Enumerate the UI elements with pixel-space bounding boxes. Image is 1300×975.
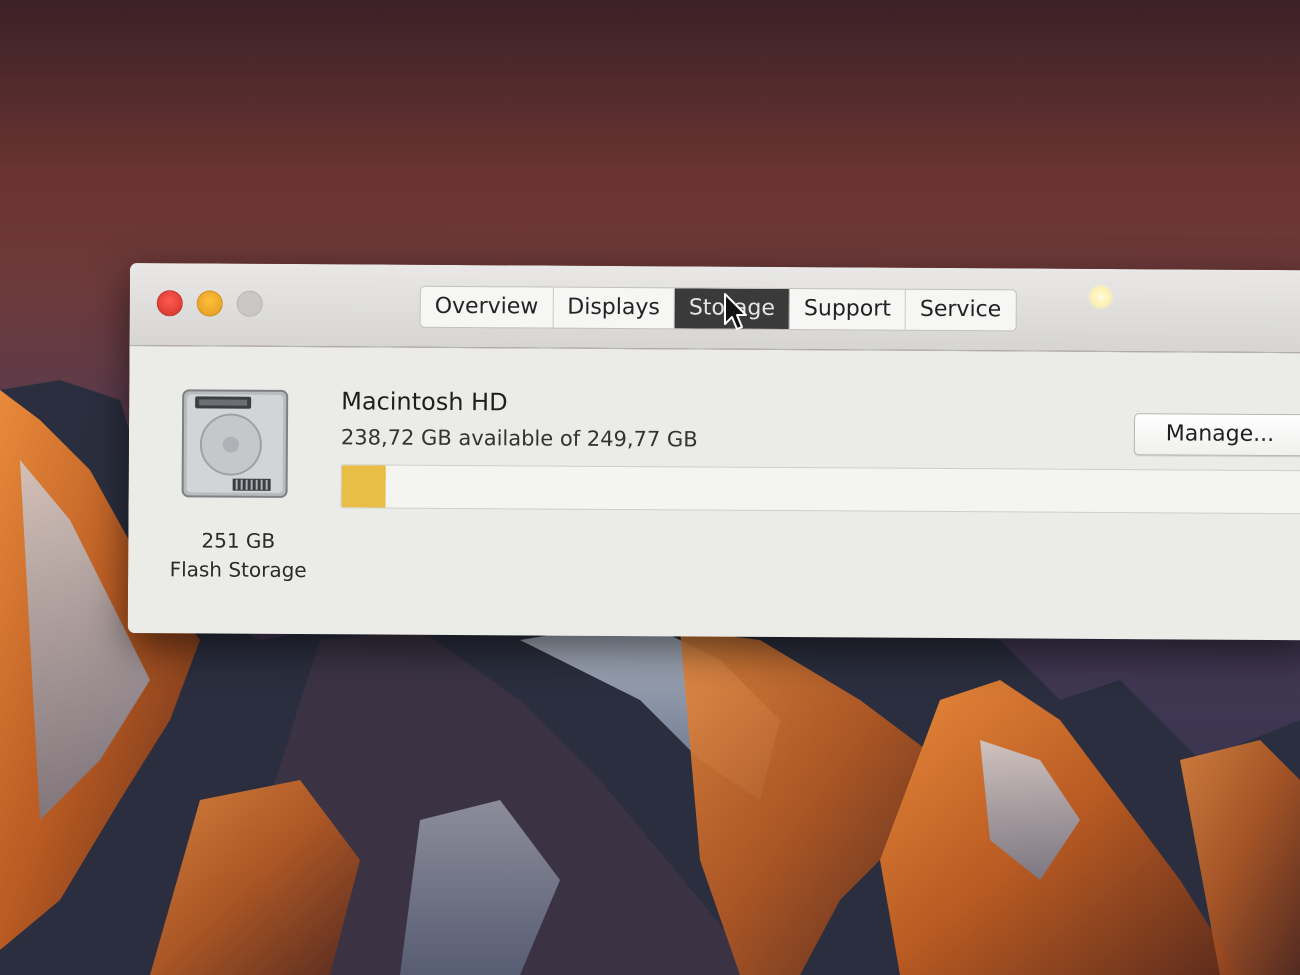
about-this-mac-window: Overview Displays Storage Support Servic… xyxy=(127,263,1300,641)
tab-overview[interactable]: Overview xyxy=(420,286,554,328)
storage-usage-bar xyxy=(340,464,1300,515)
tab-service[interactable]: Service xyxy=(906,290,1016,331)
title-bar: Overview Displays Storage Support Servic… xyxy=(129,263,1300,354)
drive-capacity-label: 251 GB Flash Storage xyxy=(168,526,308,585)
volume-availability: 238,72 GB available of 249,77 GB xyxy=(340,425,698,452)
storage-panel: 251 GB Flash Storage Macintosh HD 238,72… xyxy=(127,345,1300,641)
hard-drive-icon xyxy=(181,389,289,498)
volume-name: Macintosh HD xyxy=(341,387,508,417)
storage-usage-fill xyxy=(341,465,386,508)
drive-type: Flash Storage xyxy=(169,557,307,583)
zoom-window-button xyxy=(236,290,263,317)
manage-button[interactable]: Manage... xyxy=(1133,413,1300,457)
minimize-window-button[interactable] xyxy=(196,290,223,317)
drive-capacity: 251 GB xyxy=(201,528,276,553)
tab-displays[interactable]: Displays xyxy=(553,287,675,329)
arrow-cursor-icon xyxy=(724,293,747,330)
tab-bar: Overview Displays Storage Support Servic… xyxy=(419,285,1017,332)
screen-glare xyxy=(1087,283,1114,311)
close-window-button[interactable] xyxy=(156,290,183,317)
tab-support[interactable]: Support xyxy=(789,289,907,330)
